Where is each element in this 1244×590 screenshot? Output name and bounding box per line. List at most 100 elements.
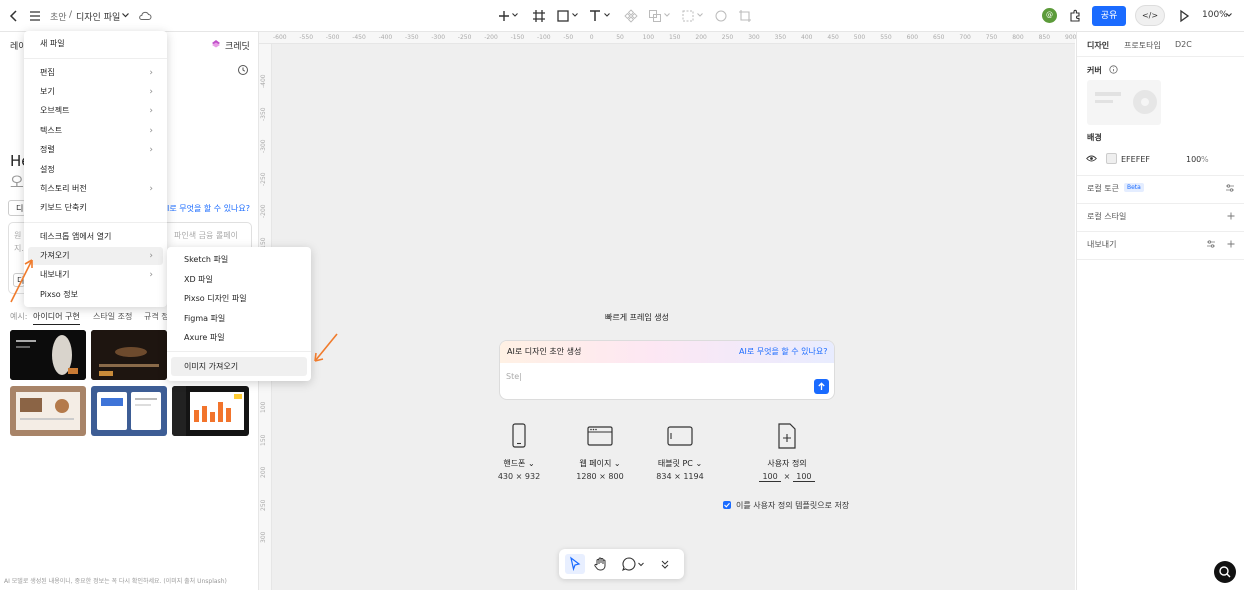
custom-file-icon (776, 422, 798, 450)
phone-icon (508, 422, 530, 450)
menu-item-align[interactable]: 정렬 › (28, 141, 163, 159)
settings-sliders-icon[interactable] (1225, 183, 1235, 193)
size-separator: × (783, 472, 791, 481)
history-icon[interactable] (237, 64, 249, 76)
settings-sliders-icon[interactable] (1206, 239, 1216, 249)
send-icon[interactable] (814, 379, 829, 394)
credit-icon (210, 37, 222, 49)
example-thumbnail[interactable] (172, 386, 249, 436)
menu-item-about[interactable]: Pixso 정보 (28, 286, 163, 304)
eye-icon[interactable] (1086, 154, 1097, 163)
example-thumbnail[interactable] (91, 386, 167, 436)
example-thumbnail[interactable] (91, 330, 167, 380)
tag-style[interactable]: 스타일 조정 (93, 311, 132, 322)
chevron-down-icon[interactable]: ⌄ (528, 459, 535, 468)
comment-tool-icon[interactable] (619, 554, 639, 574)
tab-prototype[interactable]: 프로토타입 (1124, 40, 1161, 51)
play-icon[interactable] (1176, 8, 1192, 24)
menu-item-view[interactable]: 보기 › (28, 83, 163, 101)
file-name[interactable]: 디자인 파일 (76, 10, 120, 23)
chevron-down-icon[interactable] (663, 10, 671, 20)
plugin-icon[interactable] (1067, 8, 1083, 24)
frame-option-web[interactable]: 웹 페이지 ⌄ 1280 × 800 (571, 422, 629, 481)
crop-icon[interactable] (737, 8, 753, 24)
submenu-item-xd[interactable]: XD 파일 (171, 270, 307, 289)
chevron-down-icon[interactable] (696, 10, 704, 20)
ruler-tick: -50 (563, 34, 574, 41)
right-panel: 디자인 프로토타입 D2C 커버 배경 EFEFEF 100 % 로컬 토큰 B… (1076, 32, 1244, 590)
menu-item-text[interactable]: 텍스트 › (28, 122, 163, 140)
share-button[interactable]: 공유 (1092, 6, 1126, 26)
tag-idea[interactable]: 아이디어 구현 (33, 311, 80, 325)
menu-item-import[interactable]: 가져오기 › (28, 247, 163, 265)
avatar[interactable]: @ (1042, 8, 1057, 23)
text-tool-icon[interactable] (587, 8, 603, 24)
bg-opacity[interactable]: 100 (1186, 155, 1201, 164)
submenu-item-pixso[interactable]: Pixso 디자인 파일 (171, 289, 307, 308)
menu-item-edit[interactable]: 편집 › (28, 64, 163, 82)
frame-option-phone[interactable]: 핸드폰 ⌄ 430 × 932 (494, 422, 544, 481)
tab-d2c[interactable]: D2C (1175, 40, 1192, 49)
menu-item-new-file[interactable]: 새 파일 (28, 35, 163, 53)
double-chevron-down-icon[interactable] (655, 554, 675, 574)
custom-width-input[interactable]: 100 (759, 472, 782, 482)
menu-item-settings[interactable]: 설정 (28, 161, 163, 179)
boolean-icon[interactable] (647, 8, 663, 24)
chevron-down-icon[interactable]: ⌄ (614, 459, 621, 468)
chevron-down-icon[interactable] (603, 10, 611, 20)
menu-item-shortcuts[interactable]: 키보드 단축키 (28, 199, 163, 217)
frame-option-tablet[interactable]: 태블릿 PC ⌄ 834 × 1194 (651, 422, 709, 481)
menu-item-open-desktop[interactable]: 데스크톱 앱에서 열기 (28, 228, 163, 246)
hand-tool-icon[interactable] (591, 554, 611, 574)
chevron-down-icon[interactable] (511, 10, 519, 20)
menu-icon[interactable] (27, 8, 43, 24)
ai-help-link[interactable]: AI로 무엇을 할 수 있나요? (739, 346, 828, 357)
submenu-item-sketch[interactable]: Sketch 파일 (171, 250, 307, 269)
tab-design[interactable]: 디자인 (1087, 40, 1109, 51)
example-thumbnail[interactable] (10, 386, 86, 436)
example-thumbnail[interactable] (10, 330, 86, 380)
frame-option-custom[interactable]: 사용자 정의 100 × 100 (756, 422, 818, 482)
chevron-down-icon[interactable] (637, 560, 645, 568)
bg-color-hex[interactable]: EFEFEF (1121, 155, 1150, 164)
move-tool-icon[interactable] (565, 554, 585, 574)
submenu-item-figma[interactable]: Figma 파일 (171, 309, 307, 328)
menu-item-object[interactable]: 오브젝트 › (28, 102, 163, 120)
mask-icon[interactable] (713, 8, 729, 24)
auto-layout-icon[interactable] (680, 8, 696, 24)
ai-draft-box[interactable]: AI로 디자인 초안 생성 AI로 무엇을 할 수 있나요? Ste| (499, 340, 835, 400)
frame-label: 태블릿 PC (657, 459, 693, 468)
breadcrumb-draft[interactable]: 초안 (50, 10, 67, 23)
cover-thumbnail[interactable] (1087, 80, 1161, 125)
credit-label[interactable]: 크레딧 (225, 39, 250, 52)
chevron-down-icon[interactable] (1225, 10, 1233, 20)
annotation-arrow (314, 333, 338, 362)
ai-draft-input[interactable]: Ste| (506, 372, 522, 381)
info-icon[interactable] (1109, 65, 1118, 74)
chevron-down-icon[interactable]: ⌄ (695, 459, 702, 468)
code-mode-toggle[interactable]: </> (1135, 5, 1165, 26)
chevron-down-icon[interactable] (571, 10, 579, 20)
chevron-right-icon: › (149, 251, 153, 261)
submenu-item-import-image[interactable]: 이미지 가져오기 (171, 357, 307, 376)
add-icon[interactable] (1226, 239, 1236, 249)
search-icon[interactable] (1214, 561, 1236, 583)
menu-item-export[interactable]: 내보내기 › (28, 266, 163, 284)
frame-tool-icon[interactable] (531, 8, 547, 24)
add-icon[interactable] (496, 8, 512, 24)
component-icon[interactable] (623, 8, 639, 24)
custom-height-input[interactable]: 100 (792, 472, 815, 482)
zoom-level[interactable]: 100% (1202, 10, 1228, 20)
save-template-label[interactable]: 이를 사용자 정의 템플릿으로 저장 (736, 500, 849, 511)
ruler-tick: 0 (589, 34, 594, 41)
ai-help-link[interactable]: I로 무엇을 할 수 있나요? (167, 203, 250, 214)
rectangle-tool-icon[interactable] (555, 8, 571, 24)
menu-item-history[interactable]: 히스토리 버전 › (28, 180, 163, 198)
bg-color-swatch[interactable] (1106, 153, 1117, 164)
add-icon[interactable] (1226, 211, 1236, 221)
back-icon[interactable] (6, 8, 22, 24)
chevron-down-icon[interactable] (121, 9, 130, 21)
tag-spec[interactable]: 규격 정 (144, 311, 169, 322)
submenu-item-axure[interactable]: Axure 파일 (171, 328, 307, 347)
save-template-checkbox[interactable] (723, 501, 731, 509)
